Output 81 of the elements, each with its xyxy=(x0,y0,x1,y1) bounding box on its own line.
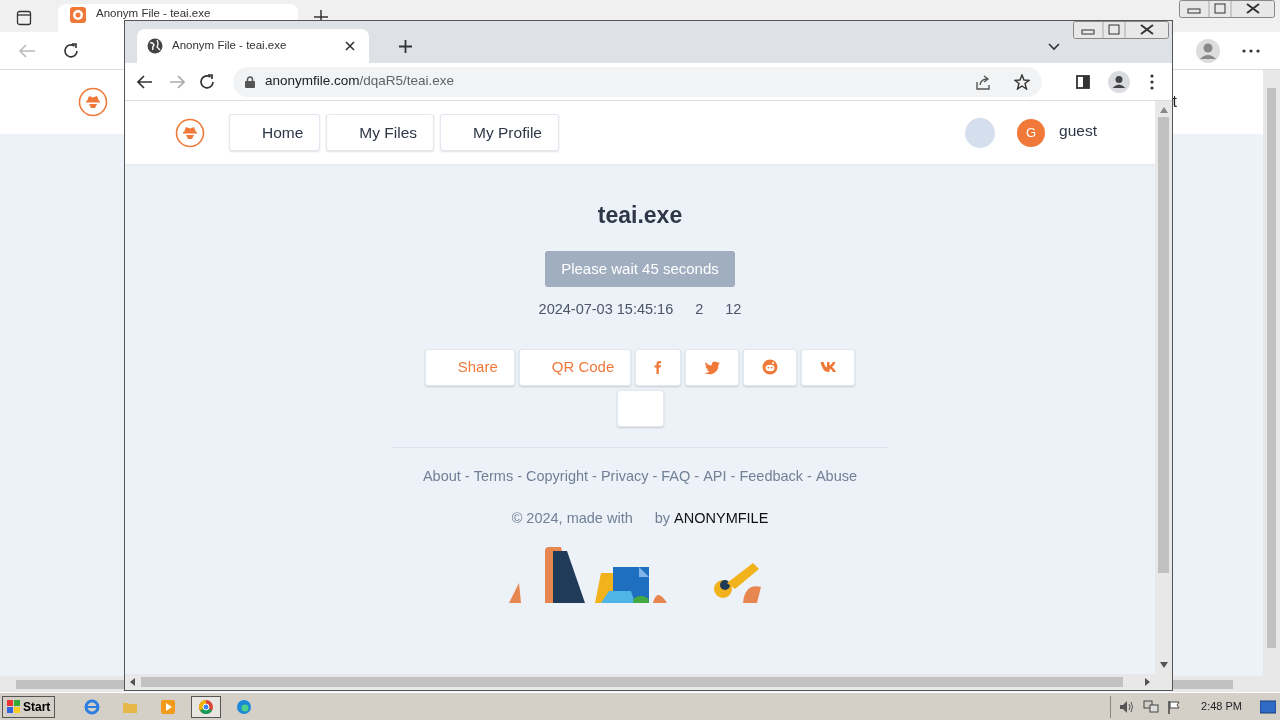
reload-icon[interactable] xyxy=(199,73,215,90)
more-icon[interactable] xyxy=(1150,73,1154,90)
lock-icon xyxy=(245,75,255,88)
separator-text: - xyxy=(517,466,522,486)
vk-icon xyxy=(819,360,837,375)
separator-text: - xyxy=(464,466,470,486)
reddit-icon xyxy=(762,359,779,376)
more-icon[interactable] xyxy=(1242,48,1260,53)
start-button[interactable]: Start xyxy=(2,695,56,718)
scroll-up-icon[interactable] xyxy=(1159,107,1168,113)
credit-text: by xyxy=(654,508,671,528)
scroll-right-icon[interactable] xyxy=(1143,678,1151,686)
desktop-icon[interactable] xyxy=(1260,699,1276,714)
upload-date: 2024-07-03 15:45:16 xyxy=(538,300,674,319)
notification-dot[interactable] xyxy=(965,117,996,148)
site-logo-icon[interactable] xyxy=(78,87,108,117)
share-icon[interactable] xyxy=(974,73,992,90)
browser-tab[interactable]: Anonym File - teai.exe xyxy=(137,29,369,63)
scrollbar-track[interactable] xyxy=(1173,676,1263,692)
brand-link[interactable]: ANONYMFILE xyxy=(674,507,769,530)
flag-icon[interactable] xyxy=(1167,699,1182,714)
horizontal-scrollbar[interactable] xyxy=(125,674,1155,690)
scroll-down-icon[interactable] xyxy=(1159,662,1168,668)
scroll-left-icon[interactable] xyxy=(129,678,137,686)
separator-text: - xyxy=(730,466,736,486)
vertical-scrollbar[interactable] xyxy=(1155,101,1172,690)
page-text: t xyxy=(1172,92,1177,112)
vk-button[interactable] xyxy=(801,348,856,386)
footer-link[interactable]: Copyright xyxy=(526,465,589,488)
separator-text: - xyxy=(592,466,597,486)
footer-link[interactable]: Abuse xyxy=(815,465,858,488)
share-button[interactable]: Share xyxy=(424,348,515,386)
tab-title: Anonym File - teai.exe xyxy=(96,7,211,20)
bird-icon xyxy=(704,359,721,375)
star-icon[interactable] xyxy=(1014,73,1030,90)
side-panel-icon[interactable] xyxy=(1076,74,1090,89)
file-name: teai.exe xyxy=(597,201,683,230)
network-icon[interactable] xyxy=(1143,699,1160,714)
separator-text: - xyxy=(694,466,700,486)
horizontal-scrollbar[interactable] xyxy=(0,676,124,692)
speaker-icon[interactable] xyxy=(1119,699,1136,714)
footer-link[interactable]: About xyxy=(422,465,461,488)
forward-icon[interactable] xyxy=(169,74,185,89)
site-logo-icon[interactable] xyxy=(175,117,205,148)
window-controls-icon[interactable] xyxy=(1073,21,1169,39)
close-icon[interactable] xyxy=(345,41,355,51)
window-controls-icon[interactable] xyxy=(1179,0,1275,18)
nav-button[interactable]: My Files xyxy=(326,114,435,151)
vertical-scrollbar[interactable] xyxy=(1263,70,1280,692)
chrome-icon[interactable] xyxy=(198,698,215,715)
separator-text: - xyxy=(652,466,658,486)
footer-link[interactable]: API xyxy=(703,465,727,488)
nav-button[interactable]: Home xyxy=(229,114,321,151)
tab-title: Anonym File - teai.exe xyxy=(172,38,287,54)
separator-text: - xyxy=(807,466,812,486)
stat-count: 12 xyxy=(725,300,742,319)
chevron-down-icon[interactable] xyxy=(1048,43,1060,51)
profile-icon[interactable] xyxy=(1108,70,1130,93)
footer-link[interactable]: Privacy xyxy=(600,465,649,488)
reload-icon[interactable] xyxy=(62,41,80,60)
tab-actions-icon[interactable] xyxy=(16,10,32,26)
new-tab-icon[interactable] xyxy=(399,40,412,53)
address-bar[interactable]: anonymfile.com/dqaR5/teai.exe xyxy=(233,66,1042,97)
user-avatar[interactable]: G xyxy=(1017,118,1046,147)
copyright-text: © 2024, made with xyxy=(511,508,633,528)
clock-text[interactable]: 2:48 PM xyxy=(1201,698,1242,715)
stat-count: 2 xyxy=(695,300,704,319)
twitter-button[interactable] xyxy=(685,348,740,386)
footer-link[interactable]: FAQ xyxy=(661,465,691,488)
reddit-button[interactable] xyxy=(743,348,798,386)
windows-logo-icon xyxy=(7,700,21,713)
download-button[interactable]: Please wait 45 seconds xyxy=(545,250,735,287)
share-button[interactable]: QR Code xyxy=(518,348,632,386)
footer-link[interactable]: Terms xyxy=(473,465,514,488)
url-text: anonymfile.com/dqaR5/teai.exe xyxy=(265,72,455,91)
footer-link[interactable]: Feedback xyxy=(739,465,804,488)
media-player-icon[interactable] xyxy=(160,698,177,715)
site-logo-icon xyxy=(70,7,86,23)
user-name[interactable]: guest xyxy=(1059,118,1097,143)
nav-button[interactable]: My Profile xyxy=(440,114,559,151)
back-icon[interactable] xyxy=(137,74,153,89)
